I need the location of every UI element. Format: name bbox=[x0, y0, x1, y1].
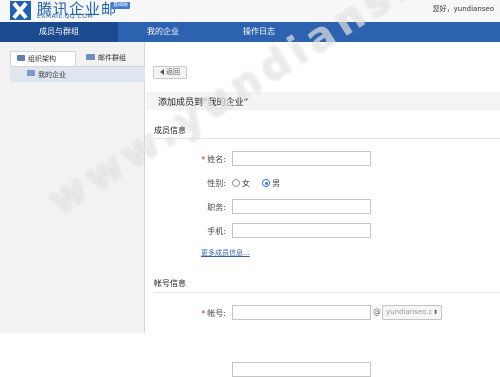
user-greeting: 您好，yundianseo bbox=[432, 5, 494, 13]
gender-male-label[interactable]: 男 bbox=[272, 179, 280, 188]
domain-select[interactable]: yundianseo.c ⬍ bbox=[382, 305, 442, 320]
name-input[interactable] bbox=[232, 151, 371, 166]
next-input[interactable] bbox=[232, 362, 371, 377]
tree-item-my-enterprise[interactable]: 我的企业 bbox=[27, 70, 66, 80]
position-input[interactable] bbox=[232, 199, 371, 214]
folder-icon bbox=[17, 55, 25, 61]
name-label-text: 姓名: bbox=[207, 155, 226, 164]
account-label: * 帐号: bbox=[146, 308, 226, 319]
gender-radio-group: 女 男 bbox=[232, 178, 280, 189]
tab-org-structure-label: 组织架构 bbox=[28, 55, 56, 63]
page-title-bar: 添加成员到“我的企业” bbox=[146, 92, 500, 110]
section-title-member-info: 成员信息 bbox=[154, 126, 186, 135]
tab-mail-groups[interactable]: 邮件群组 bbox=[86, 51, 144, 66]
main-nav: 成员与群组 我的企业 操作日志 bbox=[0, 22, 500, 42]
at-sign: @ bbox=[373, 307, 381, 316]
nav-tab-operation-log[interactable]: 操作日志 bbox=[214, 22, 304, 42]
section-title-account-info: 帐号信息 bbox=[154, 279, 186, 288]
page-title: 添加成员到“我的企业” bbox=[158, 98, 249, 108]
arrow-left-icon bbox=[160, 69, 164, 75]
nav-tab-my-enterprise[interactable]: 我的企业 bbox=[118, 22, 208, 42]
domain-select-value: yundianseo.c bbox=[386, 308, 433, 316]
account-input[interactable] bbox=[232, 305, 371, 320]
divider bbox=[154, 292, 500, 293]
sidebar: 组织架构 邮件群组 我的企业 bbox=[0, 42, 145, 333]
phone-input[interactable] bbox=[232, 223, 371, 238]
back-button-label: 返回 bbox=[166, 68, 180, 76]
gender-label: 性别: bbox=[207, 179, 226, 188]
account-label-text: 帐号: bbox=[207, 309, 226, 318]
nav-tab-members-groups[interactable]: 成员与群组 bbox=[0, 22, 118, 42]
tab-mail-groups-label: 邮件群组 bbox=[98, 54, 126, 62]
required-marker: * bbox=[201, 155, 206, 164]
main-panel: 返回 添加成员到“我的企业” 成员信息 * 姓名: 性别: 女 男 职务: 手机:… bbox=[146, 42, 500, 377]
tree-item-label: 我的企业 bbox=[38, 71, 66, 79]
tab-org-structure[interactable]: 组织架构 bbox=[10, 51, 76, 66]
updown-caret-icon: ⬍ bbox=[432, 309, 438, 316]
phone-label: 手机: bbox=[207, 227, 226, 236]
divider bbox=[154, 138, 500, 139]
back-button[interactable]: 返回 bbox=[153, 66, 187, 79]
folder-icon bbox=[27, 70, 35, 76]
gender-female-label[interactable]: 女 bbox=[242, 179, 250, 188]
name-label: * 姓名: bbox=[146, 154, 226, 165]
gender-male-radio[interactable] bbox=[262, 179, 271, 187]
logo-icon[interactable] bbox=[10, 1, 31, 20]
top-bar: 腾讯企业邮 EXMAIL.QQ.COM 基础版 您好，yundianseo bbox=[0, 0, 500, 22]
position-label: 职务: bbox=[207, 203, 226, 212]
mail-icon bbox=[86, 54, 95, 60]
org-tree: 我的企业 bbox=[10, 66, 145, 82]
logo-subtitle: EXMAIL.QQ.COM bbox=[37, 13, 94, 20]
edition-badge: 基础版 bbox=[111, 2, 131, 9]
required-marker: * bbox=[201, 309, 206, 318]
more-member-info-link[interactable]: 更多成员信息... bbox=[201, 248, 250, 258]
gender-female-radio[interactable] bbox=[232, 179, 240, 187]
sidebar-tabs: 组织架构 邮件群组 bbox=[10, 51, 145, 66]
